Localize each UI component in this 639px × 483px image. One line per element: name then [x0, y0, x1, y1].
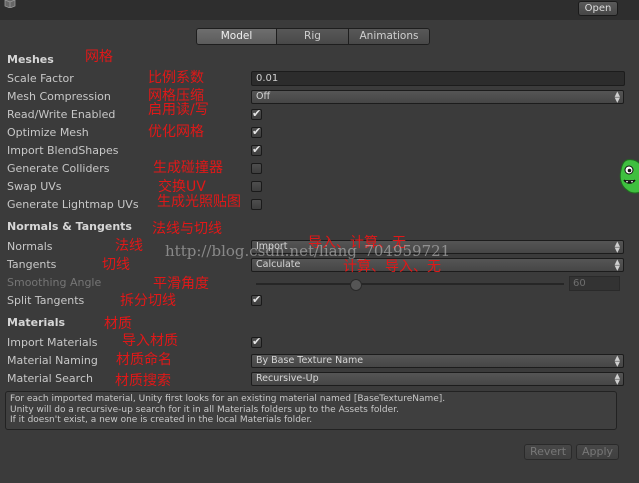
- import-materials-checkbox[interactable]: ✔: [251, 335, 262, 348]
- optimize-mesh-annotation: 优化网格: [148, 124, 204, 140]
- swap-uvs-label: Swap UVs: [7, 180, 62, 193]
- material-naming-value: By Base Texture Name: [256, 355, 364, 366]
- material-search-annotation: 材质搜索: [115, 373, 171, 389]
- dropdown-arrows-icon: ▲ ▼: [614, 354, 620, 368]
- generate-colliders-annotation: 生成碰撞器: [153, 160, 223, 176]
- meshes-section-title: Meshes: [7, 53, 54, 66]
- normals-section-title: Normals & Tangents: [7, 220, 132, 233]
- revert-button[interactable]: Revert: [524, 444, 572, 460]
- scale-factor-input[interactable]: 0.01: [251, 71, 625, 86]
- dropdown-arrows-icon: ▲ ▼: [614, 258, 620, 272]
- dropdown-arrows-icon: ▲ ▼: [614, 372, 620, 386]
- split-tangents-checkbox[interactable]: ✔: [251, 293, 262, 306]
- lightmap-uvs-annotation: 生成光照贴图: [157, 194, 241, 210]
- help-line: For each imported material, Unity first …: [10, 394, 446, 404]
- smoothing-angle-annotation: 平滑角度: [153, 276, 209, 292]
- smoothing-angle-slider-handle[interactable]: [350, 279, 362, 291]
- mesh-compression-dropdown[interactable]: Off ▲ ▼: [251, 90, 624, 104]
- tangents-value: Calculate: [256, 259, 301, 270]
- checkmark-icon: ✔: [252, 143, 262, 156]
- smoothing-angle-slider-track: [256, 283, 564, 285]
- split-tangents-label: Split Tangents: [7, 294, 85, 307]
- mesh-compression-label: Mesh Compression: [7, 90, 111, 103]
- import-materials-label: Import Materials: [7, 336, 98, 349]
- import-materials-annotation: 导入材质: [122, 333, 178, 349]
- tab-model[interactable]: Model: [197, 29, 277, 44]
- tangents-label: Tangents: [7, 258, 57, 271]
- swap-uvs-checkbox[interactable]: [251, 181, 262, 192]
- green-mascot-icon: [619, 159, 639, 194]
- generate-colliders-checkbox[interactable]: [251, 163, 262, 174]
- checkmark-icon: ✔: [252, 125, 262, 138]
- open-button[interactable]: Open: [578, 1, 618, 16]
- dropdown-arrows-icon: ▲ ▼: [614, 240, 620, 254]
- normals-section-annotation: 法线与切线: [152, 221, 222, 237]
- meshes-annotation: 网格: [85, 49, 113, 65]
- material-naming-label: Material Naming: [7, 354, 98, 367]
- asset-cube-icon: [4, 0, 16, 8]
- read-write-annotation: 启用读/写: [148, 102, 209, 118]
- smoothing-angle-input[interactable]: 60: [569, 276, 620, 291]
- materials-section-title: Materials: [7, 316, 66, 329]
- normals-annotation: 法线: [115, 238, 143, 254]
- tangents-options-annotation: 计算、导入、无: [343, 259, 441, 275]
- dropdown-arrows-icon: ▲ ▼: [614, 90, 620, 104]
- scale-factor-annotation: 比例系数: [148, 70, 204, 86]
- tangents-annotation: 切线: [102, 257, 130, 273]
- import-tabs: Model Rig Animations: [196, 28, 430, 45]
- lightmap-uvs-checkbox[interactable]: [251, 199, 262, 210]
- help-box: For each imported material, Unity first …: [5, 391, 617, 430]
- normals-label: Normals: [7, 240, 53, 253]
- watermark-url: http://blog.csdn.net/liang_704959721: [165, 242, 451, 260]
- generate-colliders-label: Generate Colliders: [7, 162, 110, 175]
- optimize-mesh-label: Optimize Mesh: [7, 126, 89, 139]
- material-search-label: Material Search: [7, 372, 93, 385]
- lightmap-uvs-label: Generate Lightmap UVs: [7, 198, 139, 211]
- checkmark-icon: ✔: [252, 335, 262, 348]
- material-naming-dropdown[interactable]: By Base Texture Name ▲ ▼: [251, 354, 624, 368]
- apply-button[interactable]: Apply: [576, 444, 619, 460]
- split-tangents-annotation: 拆分切线: [120, 293, 176, 309]
- scale-factor-label: Scale Factor: [7, 72, 74, 85]
- smoothing-angle-label: Smoothing Angle: [7, 276, 102, 289]
- top-bar: Open: [0, 0, 639, 20]
- import-blendshapes-label: Import BlendShapes: [7, 144, 119, 157]
- optimize-mesh-checkbox[interactable]: ✔: [251, 125, 262, 138]
- tab-animations[interactable]: Animations: [349, 29, 429, 44]
- material-search-value: Recursive-Up: [256, 373, 319, 384]
- help-line: If it doesn't exist, a new one is create…: [10, 415, 313, 425]
- material-naming-annotation: 材质命名: [116, 352, 172, 368]
- read-write-label: Read/Write Enabled: [7, 108, 116, 121]
- material-search-dropdown[interactable]: Recursive-Up ▲ ▼: [251, 372, 624, 386]
- checkmark-icon: ✔: [252, 293, 262, 306]
- import-blendshapes-checkbox[interactable]: ✔: [251, 143, 262, 156]
- help-line: Unity will do a recursive-up search for …: [10, 404, 399, 415]
- materials-section-annotation: 材质: [104, 316, 132, 332]
- checkmark-icon: ✔: [252, 107, 262, 120]
- tab-rig[interactable]: Rig: [277, 29, 349, 44]
- swap-uvs-annotation: 交换UV: [158, 179, 206, 195]
- read-write-checkbox[interactable]: ✔: [251, 107, 262, 120]
- mesh-compression-value: Off: [256, 91, 271, 102]
